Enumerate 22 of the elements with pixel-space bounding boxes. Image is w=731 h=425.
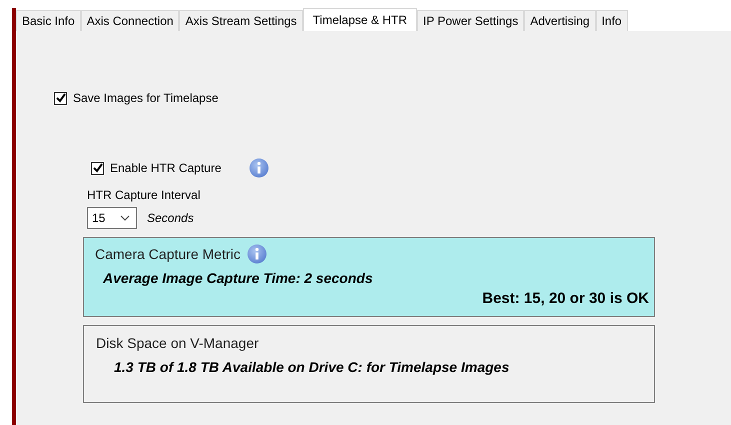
panel-title: Disk Space on V-Manager (96, 335, 260, 351)
advice-text: Best: 15, 20 or 30 is OK (482, 290, 649, 307)
checkbox-label: Enable HTR Capture (110, 161, 222, 175)
field-label: HTR Capture Interval (87, 188, 202, 202)
tab[interactable]: Timelapse & HTR (302, 8, 418, 31)
chevron-down-icon (120, 215, 130, 221)
panel-title: Camera Capture Metric (95, 246, 240, 262)
tab[interactable]: Axis Connection (80, 10, 180, 31)
average-capture-time: Average Image Capture Time: 2 seconds (103, 270, 374, 286)
checkbox[interactable] (54, 92, 67, 104)
tab[interactable]: Axis Stream Settings (179, 10, 303, 31)
tab[interactable]: IP Power Settings (417, 10, 524, 31)
disk-space-summary: 1.3 TB of 1.8 TB Available on Drive C: for Timelapse Images (114, 359, 510, 375)
tab[interactable]: Basic Info (16, 10, 81, 31)
interval-dropdown[interactable]: 15 (87, 207, 137, 229)
info-icon[interactable] (249, 158, 270, 178)
checkbox-label: Save Images for Timelapse (73, 91, 218, 105)
info-icon[interactable] (246, 244, 266, 264)
tab[interactable]: Advertising (524, 10, 596, 31)
checkbox[interactable] (91, 162, 104, 174)
tab[interactable]: Info (596, 10, 628, 31)
unit-label: Seconds (147, 211, 194, 225)
